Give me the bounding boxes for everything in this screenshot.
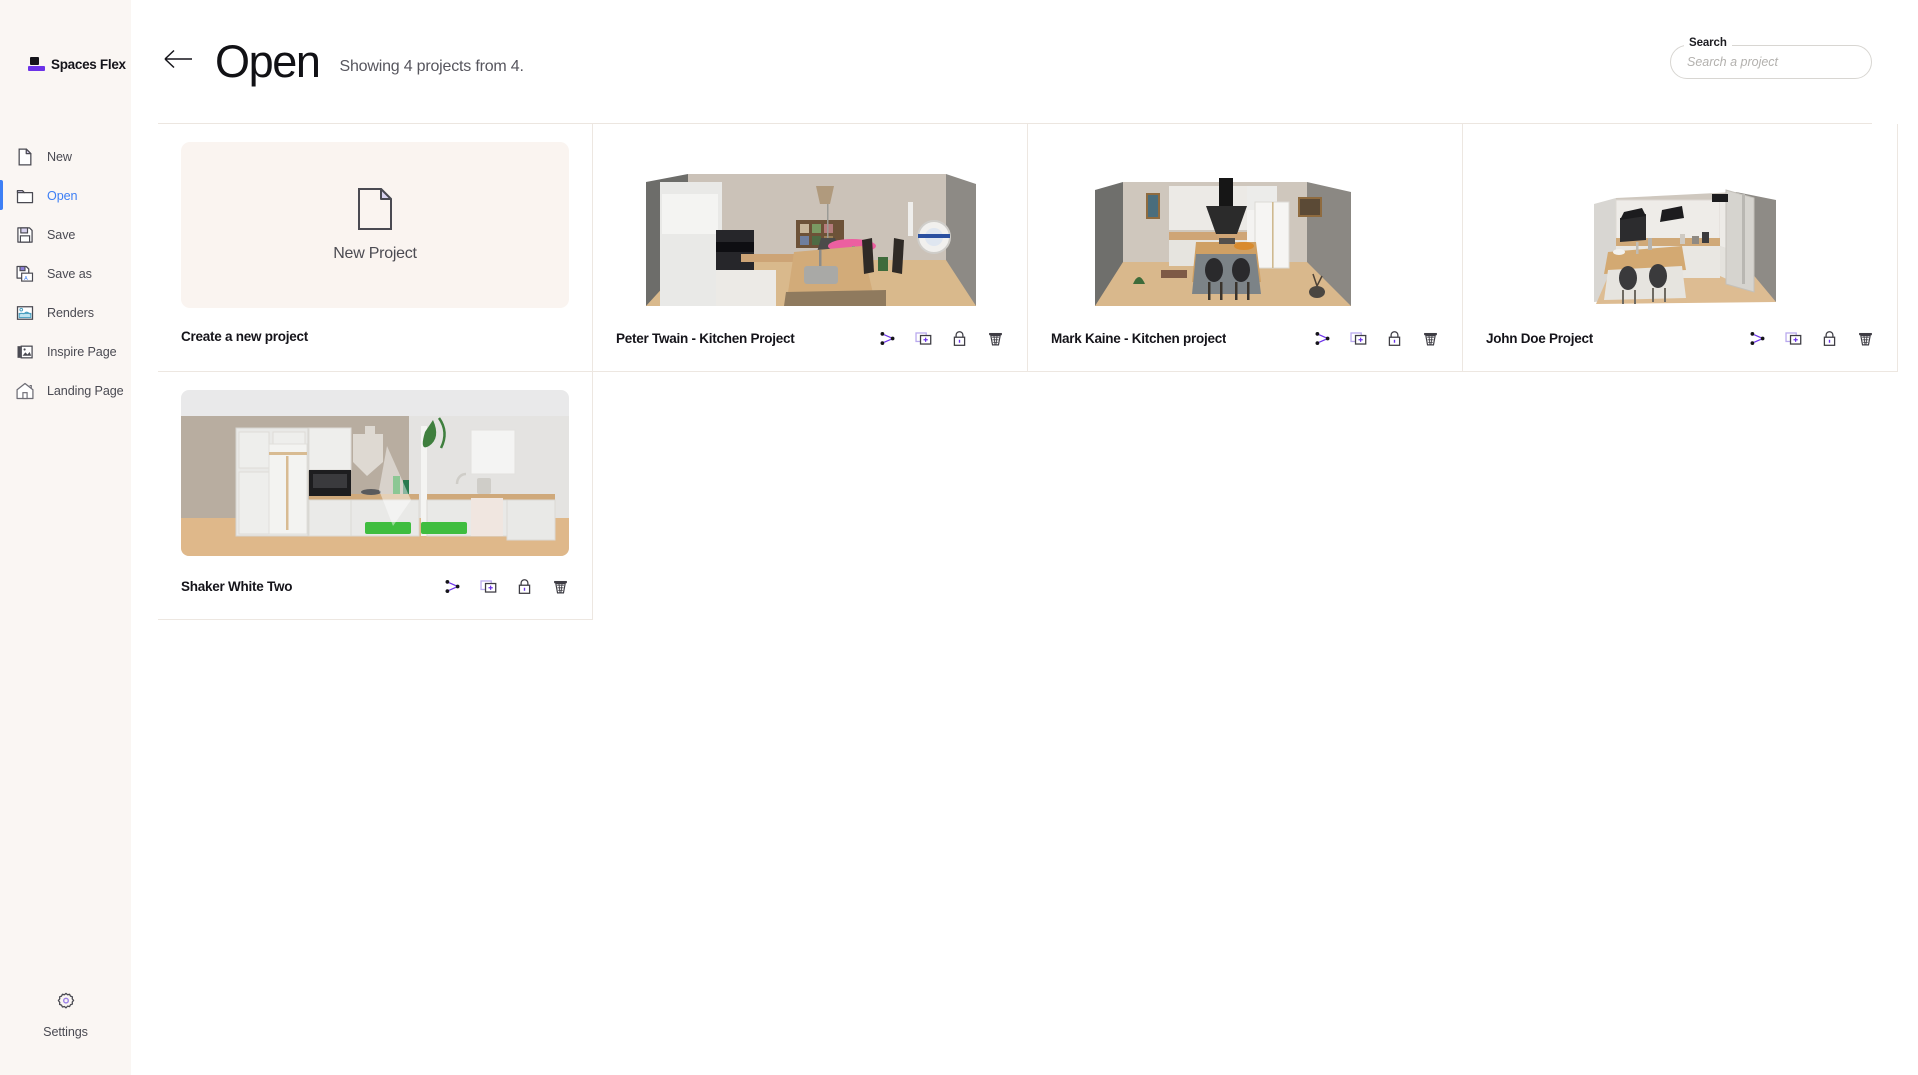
- sidebar-item-save-as[interactable]: A Save as: [0, 254, 131, 293]
- lock-icon[interactable]: [516, 578, 533, 595]
- project-card-footer: Peter Twain - Kitchen Project: [616, 330, 1004, 347]
- back-button[interactable]: [158, 41, 200, 83]
- app-root: Spaces Flex New: [0, 0, 1918, 1075]
- project-title: Mark Kaine - Kitchen project: [1051, 331, 1226, 346]
- sidebar-nav: New Open: [0, 137, 131, 410]
- sidebar-item-settings[interactable]: Settings: [0, 991, 131, 1039]
- settings-label: Settings: [43, 1025, 88, 1039]
- active-indicator: [0, 180, 3, 210]
- sidebar-label-save: Save: [47, 228, 75, 242]
- new-document-icon: [15, 147, 35, 167]
- trash-icon[interactable]: [987, 330, 1004, 347]
- brand-name: Spaces Flex: [51, 57, 126, 72]
- sidebar-item-open[interactable]: Open: [0, 176, 131, 215]
- project-card: Shaker White Two: [158, 372, 593, 620]
- trash-icon[interactable]: [552, 578, 569, 595]
- page-title: Open: [215, 39, 319, 84]
- duplicate-icon[interactable]: [480, 578, 497, 595]
- project-title: Shaker White Two: [181, 579, 292, 594]
- project-thumbnail[interactable]: [181, 390, 569, 556]
- search-label: Search: [1684, 37, 1732, 49]
- inspire-photos-icon: [15, 342, 35, 362]
- project-actions: [1749, 330, 1874, 347]
- project-card: Peter Twain - Kitchen Project: [593, 124, 1028, 372]
- lock-icon[interactable]: [1386, 330, 1403, 347]
- sidebar-item-landing-page[interactable]: Landing Page: [0, 371, 131, 410]
- project-card-footer: Shaker White Two: [181, 578, 569, 595]
- renders-image-icon: [15, 303, 35, 323]
- sidebar-item-renders[interactable]: Renders: [0, 293, 131, 332]
- project-title: Peter Twain - Kitchen Project: [616, 331, 795, 346]
- project-actions: [879, 330, 1004, 347]
- brand-logo[interactable]: Spaces Flex: [28, 56, 131, 73]
- projects-grid: New Project Create a new project: [158, 124, 1918, 620]
- home-house-icon: [15, 381, 35, 401]
- svg-text:A: A: [24, 275, 28, 281]
- duplicate-icon[interactable]: [915, 330, 932, 347]
- duplicate-icon[interactable]: [1785, 330, 1802, 347]
- main-content: Open Showing 4 projects from 4. Search: [131, 0, 1918, 1075]
- save-floppy-icon: [15, 225, 35, 245]
- page-subtitle: Showing 4 projects from 4.: [339, 48, 523, 76]
- project-thumbnail[interactable]: [616, 142, 1004, 308]
- share-icon[interactable]: [1314, 330, 1331, 347]
- sidebar-item-new[interactable]: New: [0, 137, 131, 176]
- project-card: John Doe Project: [1463, 124, 1898, 372]
- lock-icon[interactable]: [1821, 330, 1838, 347]
- sidebar-label-renders: Renders: [47, 306, 94, 320]
- document-icon: [358, 188, 392, 235]
- lock-icon[interactable]: [951, 330, 968, 347]
- project-card-footer: Mark Kaine - Kitchen project: [1051, 330, 1439, 347]
- search-input[interactable]: [1670, 45, 1872, 79]
- project-thumbnail[interactable]: [1486, 142, 1874, 308]
- share-icon[interactable]: [1749, 330, 1766, 347]
- arrow-left-icon: [164, 48, 194, 75]
- create-project-caption: Create a new project: [181, 329, 569, 344]
- sidebar-label-new: New: [47, 150, 72, 164]
- project-actions: [1314, 330, 1439, 347]
- sidebar-label-save-as: Save as: [47, 267, 92, 281]
- spaces-flex-logo-icon: [28, 56, 45, 73]
- project-title: John Doe Project: [1486, 331, 1593, 346]
- create-project-cell: New Project Create a new project: [158, 124, 593, 372]
- sidebar-label-inspire-page: Inspire Page: [47, 345, 117, 359]
- sidebar-item-save[interactable]: Save: [0, 215, 131, 254]
- page-header: Open Showing 4 projects from 4. Search: [131, 0, 1918, 123]
- project-card: Mark Kaine - Kitchen project: [1028, 124, 1463, 372]
- trash-icon[interactable]: [1857, 330, 1874, 347]
- duplicate-icon[interactable]: [1350, 330, 1367, 347]
- project-actions: [444, 578, 569, 595]
- project-card-footer: John Doe Project: [1486, 330, 1874, 347]
- project-thumbnail[interactable]: [1051, 142, 1439, 308]
- sidebar-item-inspire-page[interactable]: Inspire Page: [0, 332, 131, 371]
- trash-icon[interactable]: [1422, 330, 1439, 347]
- sidebar-label-landing-page: Landing Page: [47, 384, 124, 398]
- new-project-label: New Project: [333, 245, 417, 263]
- gear-icon: [55, 991, 77, 1018]
- save-as-icon: A: [15, 264, 35, 284]
- sidebar: Spaces Flex New: [0, 0, 131, 1075]
- share-icon[interactable]: [879, 330, 896, 347]
- sidebar-label-open: Open: [47, 189, 77, 203]
- share-icon[interactable]: [444, 578, 461, 595]
- new-project-button[interactable]: New Project: [181, 142, 569, 308]
- open-folder-icon: [15, 186, 35, 206]
- search-field: Search: [1670, 45, 1872, 79]
